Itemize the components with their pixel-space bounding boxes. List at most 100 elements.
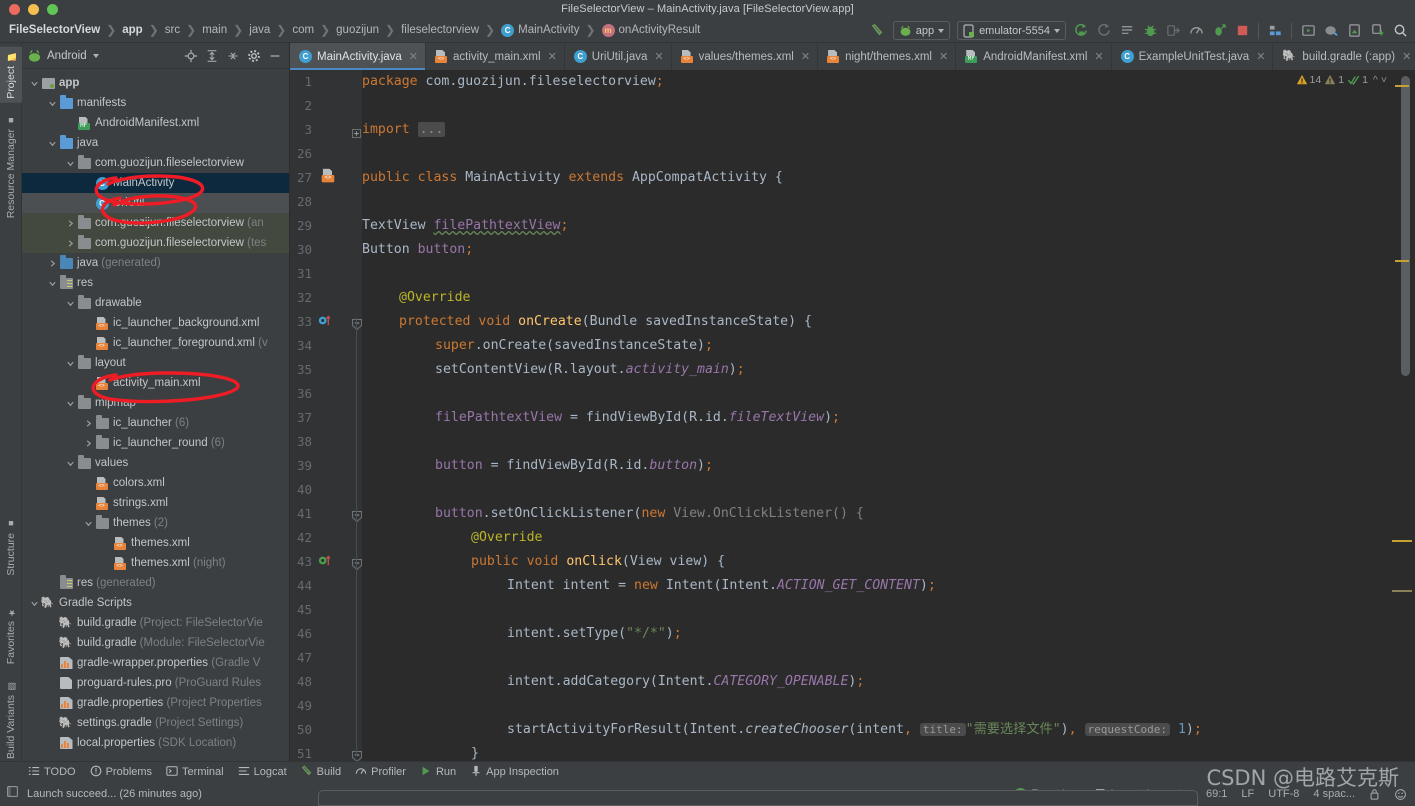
status-bar-toggle-icon[interactable] bbox=[6, 785, 19, 803]
tree-node[interactable]: com.guozijun.fileselectorview (an bbox=[22, 213, 289, 233]
bottom-tool-terminal[interactable]: Terminal bbox=[166, 765, 224, 780]
implementing-method-gutter-icon[interactable] bbox=[318, 314, 332, 328]
settings-gear-icon[interactable] bbox=[244, 46, 263, 65]
bottom-tool-todo[interactable]: TODO bbox=[28, 765, 76, 780]
editor-tab[interactable]: C UriUtil.java ✕ bbox=[565, 43, 672, 70]
module-selector-dropdown[interactable]: app bbox=[892, 21, 951, 40]
close-tab-icon[interactable]: ✕ bbox=[939, 50, 948, 63]
tree-expander[interactable] bbox=[28, 79, 40, 88]
tree-expander[interactable] bbox=[82, 419, 94, 428]
editor-tab[interactable]: <> night/themes.xml ✕ bbox=[818, 43, 957, 70]
tree-node[interactable]: res (generated) bbox=[22, 573, 289, 593]
breadcrumb-item-com[interactable]: com bbox=[292, 24, 314, 36]
tree-node[interactable]: manifests bbox=[22, 93, 289, 113]
tree-node[interactable]: <> ic_launcher_background.xml bbox=[22, 313, 289, 333]
tree-node[interactable]: ic_launcher (6) bbox=[22, 413, 289, 433]
build-hammer-icon[interactable] bbox=[867, 20, 889, 42]
bottom-tool-logcat[interactable]: Logcat bbox=[238, 765, 287, 780]
editor-gutter[interactable]: 1 2 3 26 27 <> 28 29 30 31 32 33 34 35 36 37 38 39 40 41 42 4… bbox=[290, 70, 362, 763]
search-icon[interactable] bbox=[1389, 20, 1411, 42]
tree-node[interactable]: <> activity_main.xml bbox=[22, 373, 289, 393]
sidebar-item-structure[interactable]: Structure ■ bbox=[0, 515, 22, 580]
tree-node[interactable]: com.guozijun.fileselectorview bbox=[22, 153, 289, 173]
apply-changes-icon[interactable] bbox=[1208, 20, 1230, 42]
close-tab-icon[interactable]: ✕ bbox=[654, 50, 663, 63]
tree-node[interactable]: themes (2) bbox=[22, 513, 289, 533]
status-message[interactable]: Launch succeed... (26 minutes ago) bbox=[27, 788, 202, 800]
attach-debugger-icon[interactable] bbox=[1162, 20, 1184, 42]
editor-tabs[interactable]: C MainActivity.java ✕ <> activity_main.xml ✕ C… bbox=[290, 43, 1415, 70]
close-tab-icon[interactable]: ✕ bbox=[801, 50, 810, 63]
tree-expander[interactable] bbox=[82, 519, 94, 528]
tree-node[interactable]: Gradle Scripts bbox=[22, 593, 289, 613]
project-view-selector[interactable]: Android bbox=[47, 50, 87, 62]
breadcrumb-item-java[interactable]: java bbox=[249, 24, 270, 36]
scrollbar-weak-warning-marker[interactable] bbox=[1392, 590, 1412, 592]
tree-expander[interactable] bbox=[28, 599, 40, 608]
sidebar-item-build-variants[interactable]: Build Variants ▧ bbox=[0, 677, 22, 763]
avd-manager-icon[interactable] bbox=[1297, 20, 1319, 42]
tree-node[interactable]: <> themes.xml (night) bbox=[22, 553, 289, 573]
editor-tab[interactable]: C ExampleUnitTest.java ✕ bbox=[1112, 43, 1274, 70]
code-content[interactable]: package com.guozijun.fileselectorview; i… bbox=[362, 70, 1390, 761]
next-highlight-icon[interactable]: ˅ bbox=[1381, 74, 1387, 86]
tree-node[interactable]: mipmap bbox=[22, 393, 289, 413]
breadcrumb-item-guozijun[interactable]: guozijun bbox=[336, 24, 379, 36]
editor-tab[interactable]: MF AndroidManifest.xml ✕ bbox=[956, 43, 1112, 70]
tree-node[interactable]: <> themes.xml bbox=[22, 533, 289, 553]
tree-node[interactable]: gradle.properties (Project Properties bbox=[22, 693, 289, 713]
weak-warning-count[interactable]: 1 bbox=[1324, 74, 1344, 86]
expand-all-icon[interactable] bbox=[202, 46, 221, 65]
run-icon[interactable] bbox=[1070, 20, 1092, 42]
tree-node[interactable]: MF AndroidManifest.xml bbox=[22, 113, 289, 133]
tree-expander[interactable] bbox=[64, 159, 76, 168]
tree-node[interactable]: com.guozijun.fileselectorview (tes bbox=[22, 233, 289, 253]
scrollbar-thumb[interactable] bbox=[1401, 76, 1410, 376]
project-tree[interactable]: app manifests MF AndroidManifest.xml java com… bbox=[22, 70, 289, 761]
tree-node[interactable]: proguard-rules.pro (ProGuard Rules bbox=[22, 673, 289, 693]
bottom-tool-window-bar[interactable]: TODO Problems Terminal Logcat Build Profiler R… bbox=[0, 761, 1415, 782]
tree-expander[interactable] bbox=[82, 439, 94, 448]
tree-expander[interactable] bbox=[64, 359, 76, 368]
tree-expander[interactable] bbox=[46, 259, 58, 268]
collapse-all-icon[interactable] bbox=[223, 46, 242, 65]
inspection-status-widget[interactable]: 14 1 1 ^ ˅ bbox=[1296, 74, 1387, 86]
device-selector-dropdown[interactable]: emulator-5554 bbox=[957, 21, 1066, 40]
close-tab-icon[interactable]: ✕ bbox=[1256, 50, 1265, 63]
tree-node[interactable]: res bbox=[22, 273, 289, 293]
rerun-icon[interactable] bbox=[1093, 20, 1115, 42]
sdk-manager-icon[interactable] bbox=[1264, 20, 1286, 42]
scrollbar-warning-marker[interactable] bbox=[1395, 260, 1409, 262]
tree-expander[interactable] bbox=[46, 139, 58, 148]
scrollbar-warning-marker[interactable] bbox=[1395, 85, 1409, 87]
bottom-tool-problems[interactable]: Problems bbox=[90, 765, 152, 780]
sidebar-item-project[interactable]: Project 📁 bbox=[0, 47, 22, 103]
device-manager-icon[interactable] bbox=[1366, 20, 1388, 42]
tree-node[interactable]: <> ic_launcher_foreground.xml (v bbox=[22, 333, 289, 353]
bottom-tool-app-inspection[interactable]: App Inspection bbox=[470, 765, 559, 780]
xml-reference-gutter-icon[interactable]: <> bbox=[321, 168, 336, 183]
editor-tab[interactable]: build.gradle (:app) ✕ bbox=[1273, 43, 1415, 70]
tree-node[interactable]: java bbox=[22, 133, 289, 153]
sidebar-item-favorites[interactable]: Favorites ★ bbox=[0, 603, 22, 668]
device-file-explorer-icon[interactable] bbox=[1320, 20, 1342, 42]
tree-node[interactable]: drawable bbox=[22, 293, 289, 313]
scrollbar-warning-marker[interactable] bbox=[1392, 540, 1412, 542]
warning-count[interactable]: 14 bbox=[1296, 74, 1321, 86]
hide-panel-icon[interactable] bbox=[265, 46, 284, 65]
profiler-icon[interactable] bbox=[1185, 20, 1207, 42]
bottom-tool-run[interactable]: Run bbox=[420, 765, 456, 780]
editor-tab[interactable]: C MainActivity.java ✕ bbox=[290, 43, 427, 70]
tree-node[interactable]: app bbox=[22, 73, 289, 93]
checks-passed-count[interactable]: 1 bbox=[1347, 74, 1368, 86]
breadcrumb-item-fileselectorview[interactable]: fileselectorview bbox=[401, 24, 479, 36]
bottom-tool-build[interactable]: Build bbox=[301, 764, 341, 780]
locate-icon[interactable] bbox=[181, 46, 200, 65]
tree-node[interactable]: ic_launcher_round (6) bbox=[22, 433, 289, 453]
tree-node[interactable]: C MainActivity bbox=[22, 173, 289, 193]
tree-expander[interactable] bbox=[64, 239, 76, 248]
editor-scrollbar[interactable] bbox=[1390, 70, 1415, 761]
breadcrumb-item-main[interactable]: main bbox=[202, 24, 227, 36]
stop-icon[interactable] bbox=[1231, 20, 1253, 42]
tree-node[interactable]: gradle-wrapper.properties (Gradle V bbox=[22, 653, 289, 673]
